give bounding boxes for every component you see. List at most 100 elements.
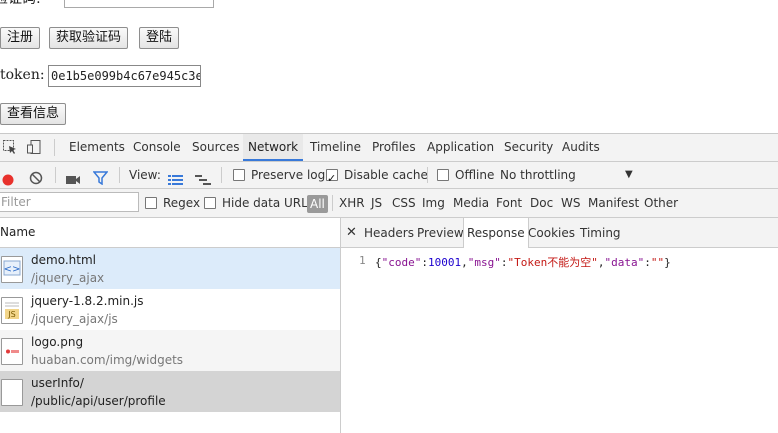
- filter-type-xhr[interactable]: XHR: [339, 189, 365, 217]
- hide-data-urls-label: Hide data URLs: [222, 196, 315, 210]
- offline-checkbox[interactable]: Offline: [437, 162, 494, 188]
- device-toolbar-icon[interactable]: [26, 139, 42, 155]
- checkbox-icon: [233, 168, 245, 181]
- tab-timeline[interactable]: Timeline: [305, 134, 366, 161]
- filter-type-all[interactable]: All: [307, 195, 328, 213]
- waterfall-overview-icon[interactable]: [195, 169, 211, 185]
- inspect-element-icon[interactable]: [2, 139, 18, 155]
- json-value: 10001: [428, 256, 462, 269]
- clear-icon[interactable]: [29, 168, 43, 185]
- regex-checkbox[interactable]: Regex: [145, 189, 200, 217]
- tab-preview[interactable]: Preview: [414, 218, 467, 247]
- document-file-icon: [1, 379, 23, 406]
- tab-sources[interactable]: Sources: [187, 134, 244, 161]
- register-button[interactable]: 注册: [0, 27, 41, 49]
- throttling-value: No throttling: [500, 168, 576, 182]
- login-button[interactable]: 登陆: [139, 27, 180, 49]
- preserve-log-checkbox[interactable]: Preserve log: [233, 162, 325, 188]
- request-path: /jquery_ajax/js: [31, 312, 118, 326]
- tabbar-divider: [54, 139, 55, 156]
- request-row[interactable]: <> demo.html /jquery_ajax: [0, 248, 340, 289]
- filter-type-ws[interactable]: WS: [561, 189, 580, 217]
- json-value: "": [650, 256, 665, 269]
- captcha-input[interactable]: [64, 0, 214, 8]
- request-name: demo.html: [31, 253, 96, 267]
- token-input[interactable]: 0e1b5e099b4c67e945c3e: [48, 65, 201, 87]
- json-key: "msg": [467, 256, 501, 269]
- image-file-icon: [1, 338, 23, 365]
- request-name: logo.png: [31, 335, 84, 349]
- toolbar-divider: [119, 167, 120, 183]
- request-row[interactable]: userInfo/ /public/api/user/profile: [0, 371, 340, 412]
- tab-application[interactable]: Application: [422, 134, 499, 161]
- filter-type-css[interactable]: CSS: [392, 189, 416, 217]
- request-row[interactable]: JS jquery-1.8.2.min.js /jquery_ajax/js: [0, 289, 340, 330]
- toolbar-divider: [55, 167, 56, 183]
- toolbar-divider: [221, 167, 222, 183]
- view-info-button[interactable]: 查看信息: [0, 103, 67, 125]
- devtools-panel: Elements Console Sources Network Timelin…: [0, 133, 778, 433]
- regex-label: Regex: [163, 196, 201, 210]
- json-value: "Token不能为空": [507, 256, 598, 269]
- tab-elements[interactable]: Elements: [64, 134, 130, 161]
- request-row[interactable]: logo.png huaban.com/img/widgets: [0, 330, 340, 371]
- name-column-header[interactable]: Name: [0, 218, 340, 248]
- svg-text:JS: JS: [7, 310, 15, 319]
- filter-type-other[interactable]: Other: [644, 189, 678, 217]
- tab-network[interactable]: Network: [243, 134, 304, 161]
- captcha-label: 验证码:: [0, 0, 41, 8]
- filter-icon[interactable]: [92, 168, 109, 186]
- request-path: huaban.com/img/widgets: [31, 353, 184, 367]
- json-key: "data": [604, 256, 645, 269]
- tab-console[interactable]: Console: [128, 134, 186, 161]
- offline-label: Offline: [455, 168, 495, 182]
- network-toolbar: View: Preserve log Disable cache Offline…: [0, 162, 778, 192]
- tab-headers[interactable]: Headers: [361, 218, 417, 247]
- requests-pane: Name <> demo.html /jquery_ajax JS jquery…: [0, 218, 341, 433]
- tab-timing[interactable]: Timing: [577, 218, 624, 247]
- request-name: jquery-1.8.2.min.js: [31, 294, 144, 308]
- filter-type-media[interactable]: Media: [453, 189, 489, 217]
- request-detail-pane: ✕ Headers Preview Response Cookies Timin…: [341, 218, 778, 433]
- checkbox-icon: [437, 168, 449, 181]
- filter-type-font[interactable]: Font: [496, 189, 522, 217]
- hide-data-urls-checkbox[interactable]: Hide data URLs: [204, 189, 314, 217]
- toolbar-divider: [427, 167, 428, 183]
- tab-security[interactable]: Security: [499, 134, 558, 161]
- get-code-button[interactable]: 获取验证码: [49, 27, 129, 49]
- filter-type-img[interactable]: Img: [422, 189, 445, 217]
- token-label: token:: [0, 67, 45, 83]
- tab-response[interactable]: Response: [463, 218, 529, 248]
- request-path: /jquery_ajax: [31, 271, 105, 285]
- large-rows-icon[interactable]: [168, 169, 183, 185]
- tab-audits[interactable]: Audits: [557, 134, 605, 161]
- dropdown-arrow-icon[interactable]: ▼: [625, 162, 633, 188]
- page-content: 验证码: 注册 获取验证码 登陆 token: 0e1b5e099b4c67e9…: [0, 0, 778, 133]
- response-body[interactable]: 1 {"code":10001,"msg":"Token不能为空","data"…: [341, 248, 778, 433]
- close-icon[interactable]: ✕: [343, 218, 360, 247]
- view-label: View:: [129, 168, 161, 182]
- svg-text:<>: <>: [4, 264, 21, 275]
- filter-bar: Filter Regex Hide data URLs All XHR JS C…: [0, 189, 778, 218]
- html-file-icon: <>: [1, 256, 23, 283]
- devtools-tabbar: Elements Console Sources Network Timelin…: [0, 134, 778, 162]
- record-icon[interactable]: [2, 169, 14, 186]
- filter-type-js[interactable]: JS: [371, 189, 382, 217]
- throttling-select[interactable]: No throttling: [500, 162, 576, 188]
- camera-icon[interactable]: [65, 169, 81, 184]
- checkbox-icon: [204, 196, 216, 209]
- request-path: /public/api/user/profile: [31, 394, 166, 408]
- tab-profiles[interactable]: Profiles: [367, 134, 421, 161]
- detail-tabbar: ✕ Headers Preview Response Cookies Timin…: [341, 218, 778, 248]
- checkbox-icon: [145, 196, 157, 209]
- response-code-line: {"code":10001,"msg":"Token不能为空","data":"…: [375, 256, 671, 269]
- tab-cookies[interactable]: Cookies: [525, 218, 578, 247]
- disable-cache-label: Disable cache: [344, 168, 428, 182]
- preserve-log-label: Preserve log: [251, 168, 326, 182]
- line-number: 1: [359, 254, 366, 267]
- filter-type-manifest[interactable]: Manifest: [588, 189, 639, 217]
- filter-type-doc[interactable]: Doc: [530, 189, 553, 217]
- checkbox-checked-icon: [326, 166, 338, 192]
- disable-cache-checkbox[interactable]: Disable cache: [326, 162, 428, 192]
- filter-input[interactable]: Filter: [0, 192, 139, 212]
